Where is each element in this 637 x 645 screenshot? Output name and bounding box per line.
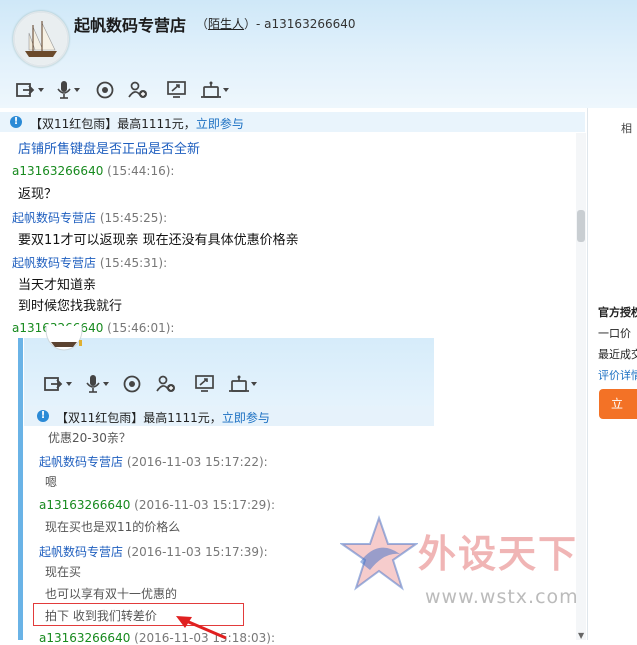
share-screen-button[interactable] [16,79,44,101]
embedded-promo-text: 【双11红包雨】最高1111元， [56,411,222,425]
embedded-add-contact-button [156,373,176,395]
embedded-message-text: 现在买也是双11的价格么 [45,520,181,534]
add-contact-button[interactable] [128,79,148,101]
sender-name: 起帆数码专营店 [12,256,97,270]
embedded-message-meta: a13163266640 (2016-11-03 15:17:29): [39,498,275,512]
sender-name: 起帆数码专营店 [12,211,97,225]
embedded-message-meta: 起帆数码专营店 (2016-11-03 15:17:39): [39,543,268,560]
sender-name: a13163266640 [39,498,131,512]
voice-button[interactable] [56,79,80,101]
message-meta: a13163266640 (15:46:01): [12,321,174,335]
sender-name: 起帆数码专营店 [39,545,124,559]
screenshot-icon [195,375,214,392]
sender-name: a13163266640 [39,631,131,645]
promo-text: 【双11红包雨】最高1111元， [30,117,196,131]
message-time: (15:46:01): [107,321,175,335]
recent-deals-label: 最近成交 [598,348,637,361]
message-time: (15:45:25): [99,211,168,225]
add-contact-icon [128,81,147,98]
message-text: 返现？ [18,187,58,202]
microphone-icon [86,375,100,393]
embedded-voice-button [85,373,109,395]
embedded-message-text: 现在买 [45,565,82,579]
share-screen-icon [16,83,35,97]
embedded-share-screen-button [44,373,72,395]
message-meta: 起帆数码专营店 (15:45:31): [12,254,167,271]
robot-button[interactable] [201,79,229,101]
relation-link[interactable]: 陌生人 [208,17,244,31]
annotation-arrow-icon [176,616,227,640]
watermark-url: www.wstx.com [425,586,579,608]
message-time: (15:45:31): [99,256,168,270]
robot-icon [229,375,249,392]
embedded-message-meta: 起帆数码专营店 (2016-11-03 15:17:22): [39,453,268,470]
sender-name: a13163266640 [12,164,104,178]
promo-notice-text: 【双11红包雨】最高1111元，立即参与 [30,115,244,132]
relation-suffix: ）- a13163266640 [244,17,356,31]
shop-avatar[interactable] [13,11,69,67]
review-link[interactable]: 评价详情 [598,367,637,383]
message-time: (2016-11-03 15:17:29): [134,498,276,512]
sender-name: 起帆数码专营店 [39,455,124,469]
embedded-screenshot-button [195,373,215,395]
promo-link[interactable]: 立即参与 [196,117,244,131]
embedded-message-text: 也可以享有双十一优惠的 [45,587,178,601]
robot-icon [201,81,221,98]
relation-prefix: （ [196,17,209,31]
embedded-promo-notice: ! 【双11红包雨】最高1111元，立即参与 [24,406,434,426]
message-text: 到时候您找我就行 [18,299,123,314]
add-contact-icon [156,375,175,392]
buy-button[interactable]: 立 [599,389,637,419]
promo-notice: ! 【双11红包雨】最高1111元，立即参与 [0,112,585,132]
screenshot-button[interactable] [167,79,187,101]
embedded-message-meta: a13163266640 (2016-11-03 15:18:03): [39,631,275,645]
right-panel-heading: 相 [621,122,632,135]
shop-name: 起帆数码专营店 [74,16,187,35]
camera-icon [96,81,114,99]
embedded-video-button [123,373,141,395]
message-meta: a13163266640 (15:44:16): [12,164,174,178]
video-button[interactable] [96,79,114,101]
info-icon: ! [10,116,22,128]
scrollbar-thumb[interactable] [577,210,585,242]
message-text: 要双11才可以返现亲 现在还没有具体优惠价格亲 [18,233,299,248]
microphone-icon [57,81,71,99]
share-screen-icon [44,377,63,391]
watermark-star-logo [340,514,418,591]
embedded-avatar [45,326,83,352]
message-text: 当天才知道亲 [18,278,97,293]
message-text: 店铺所售键盘是否正品是否全新 [18,142,201,157]
embedded-promo-notice-text: 【双11红包雨】最高1111元，立即参与 [56,409,270,426]
embedded-promo-link: 立即参与 [221,411,270,425]
embedded-message-text: 优惠20-30亲？ [48,431,131,445]
embedded-message-text: 拍下 收到我们转差价 [45,609,157,623]
embedded-message-text: 嗯 [45,475,58,489]
screenshot-icon [167,81,186,98]
message-time: (15:44:16): [107,164,175,178]
embedded-robot-button [229,373,257,395]
message-meta: 起帆数码专营店 (15:45:25): [12,209,167,226]
price-label: 一口价 [598,327,631,340]
embedded-image-border [18,338,23,640]
camera-icon [123,375,141,393]
scroll-down-arrow-icon[interactable]: ▼ [578,631,584,640]
message-time: (2016-11-03 15:17:39): [126,545,268,559]
authorized-label: 官方授权 [598,306,637,319]
watermark-text: 外设天下 [418,531,579,576]
relation-line: （陌生人）- a13163266640 [196,15,356,32]
info-icon: ! [37,410,49,422]
message-time: (2016-11-03 15:17:22): [126,455,268,469]
